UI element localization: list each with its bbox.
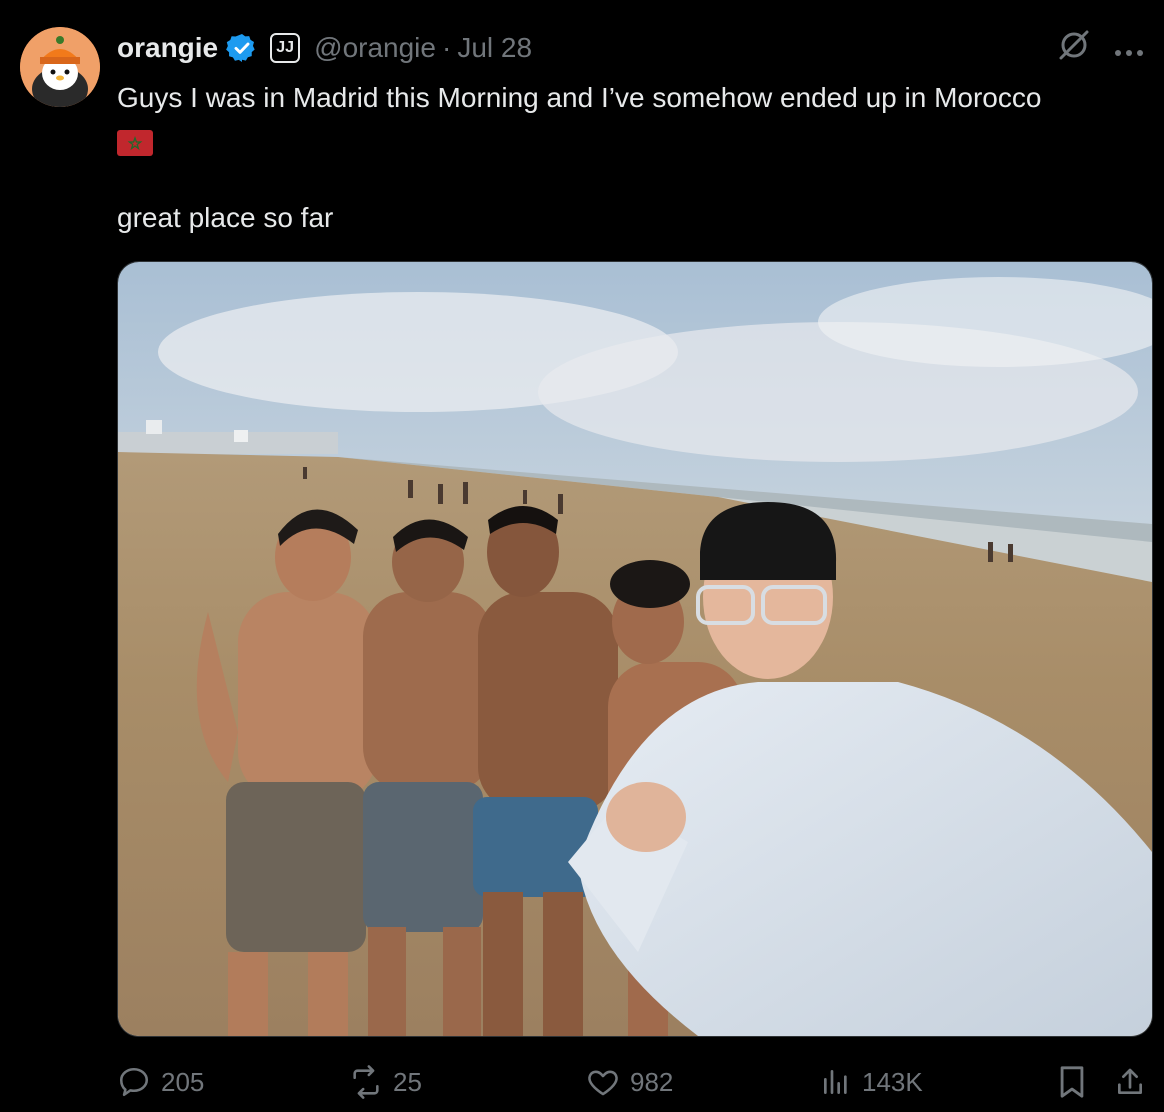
share-icon bbox=[1114, 1066, 1146, 1098]
author-handle[interactable]: @orangie bbox=[314, 32, 436, 64]
beach-selfie-photo[interactable] bbox=[117, 261, 1153, 1037]
views-chart-icon bbox=[820, 1066, 852, 1098]
bookmark-icon bbox=[1057, 1065, 1087, 1099]
bookmark-button[interactable] bbox=[1057, 1065, 1087, 1099]
repost-icon bbox=[349, 1065, 383, 1099]
repost-button[interactable]: 25 bbox=[349, 1065, 422, 1099]
morocco-flag-icon bbox=[117, 129, 153, 156]
reply-button[interactable]: 205 bbox=[117, 1065, 204, 1099]
views-button[interactable]: 143K bbox=[820, 1066, 923, 1098]
tweet-action-bar: 205 25 982 143K bbox=[117, 1062, 1144, 1102]
tweet-text: Guys I was in Madrid this Morning and I’… bbox=[117, 78, 1147, 238]
date-separator: · bbox=[441, 32, 452, 63]
more-options-icon[interactable] bbox=[1114, 32, 1144, 64]
views-count: 143K bbox=[862, 1066, 923, 1097]
flag-line bbox=[117, 118, 1147, 158]
tweet-line-2: great place so far bbox=[117, 202, 334, 233]
avatar[interactable] bbox=[20, 27, 100, 107]
like-count: 982 bbox=[630, 1066, 674, 1097]
affiliate-badge-icon[interactable]: JJ bbox=[270, 33, 301, 63]
heart-icon bbox=[586, 1065, 620, 1099]
reply-icon bbox=[117, 1065, 151, 1099]
tweet-line-1: Guys I was in Madrid this Morning and I’… bbox=[117, 82, 1042, 113]
share-button[interactable] bbox=[1114, 1066, 1146, 1098]
tweet-header: orangie JJ @orangie · Jul 28 bbox=[117, 28, 1144, 68]
reply-count: 205 bbox=[161, 1066, 205, 1097]
author-name[interactable]: orangie bbox=[117, 32, 218, 64]
verified-badge-icon[interactable] bbox=[226, 32, 258, 64]
tweet-date[interactable]: Jul 28 bbox=[457, 32, 532, 64]
like-button[interactable]: 982 bbox=[586, 1065, 673, 1099]
repost-count: 25 bbox=[393, 1066, 422, 1097]
grok-icon[interactable] bbox=[1056, 27, 1092, 70]
